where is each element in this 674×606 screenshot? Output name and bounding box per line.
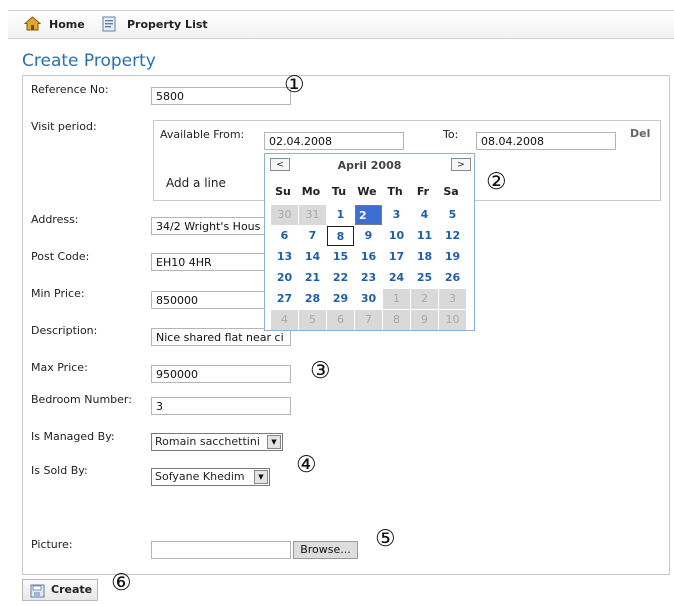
calendar-day-other-month[interactable]: 4 [271, 310, 298, 330]
calendar-weekday-header: Mo [301, 185, 321, 198]
is-managed-by-select[interactable]: Romain sacchettini ▼ [151, 433, 283, 451]
calendar-day[interactable]: 16 [355, 247, 382, 267]
calendar-day[interactable]: 18 [411, 247, 438, 267]
calendar-day[interactable]: 21 [299, 268, 326, 288]
annotation-1: ① [284, 72, 305, 98]
calendar-day[interactable]: 12 [439, 226, 466, 246]
is-sold-by-value: Sofyane Khedim [155, 470, 245, 483]
description-label: Description: [31, 324, 98, 337]
reference-no-input[interactable]: 5800 [151, 87, 291, 105]
calendar-day[interactable]: 28 [299, 289, 326, 309]
property-list-icon[interactable] [101, 15, 118, 32]
calendar-day[interactable]: 24 [383, 268, 410, 288]
calendar-day[interactable]: 11 [411, 226, 438, 246]
to-date-input[interactable]: 08.04.2008 [476, 132, 616, 150]
date-picker-calendar: < April 2008 > Su Mo Tu We Th Fr Sa 30 31 1 2 3 4 5 6… [264, 153, 475, 331]
max-price-label: Max Price: [31, 361, 88, 374]
available-from-label: Available From: [160, 128, 245, 141]
calendar-day[interactable]: 23 [355, 268, 382, 288]
calendar-next-month-button[interactable]: > [451, 158, 471, 171]
calendar-day[interactable]: 30 [355, 289, 382, 309]
available-from-input[interactable]: 02.04.2008 [264, 132, 404, 150]
page-title: Create Property [22, 51, 156, 71]
visit-period-label: Visit period: [31, 120, 97, 133]
calendar-day[interactable]: 2 [355, 205, 382, 225]
calendar-day[interactable]: 19 [439, 247, 466, 267]
calendar-day-other-month[interactable]: 30 [271, 205, 298, 225]
create-button-label: Create [51, 583, 93, 596]
annotation-2: ② [486, 169, 507, 195]
picture-label: Picture: [31, 538, 73, 551]
calendar-day[interactable]: 10 [383, 226, 410, 246]
calendar-day[interactable]: 29 [327, 289, 354, 309]
dropdown-arrow-icon[interactable]: ▼ [267, 435, 281, 449]
calendar-day[interactable]: 8 [327, 226, 354, 246]
dropdown-arrow-icon[interactable]: ▼ [254, 470, 268, 484]
calendar-day[interactable]: 1 [327, 205, 354, 225]
create-button[interactable]: Create [22, 579, 98, 601]
calendar-day[interactable]: 22 [327, 268, 354, 288]
calendar-day-other-month[interactable]: 5 [299, 310, 326, 330]
calendar-day-other-month[interactable]: 1 [383, 289, 410, 309]
calendar-day[interactable]: 5 [439, 205, 466, 225]
nav-property-list-link[interactable]: Property List [127, 18, 208, 31]
nav-home-link[interactable]: Home [49, 18, 85, 31]
delete-line-link[interactable]: Del [630, 127, 650, 140]
to-label: To: [443, 128, 459, 141]
address-label: Address: [31, 213, 79, 226]
calendar-day[interactable]: 15 [327, 247, 354, 267]
is-managed-by-value: Romain sacchettini [155, 435, 260, 448]
add-line-link[interactable]: Add a line [166, 176, 226, 190]
save-disk-icon [30, 583, 46, 606]
reference-no-label: Reference No: [31, 83, 109, 96]
picture-file-input[interactable] [151, 541, 291, 559]
calendar-day[interactable]: 13 [271, 247, 298, 267]
calendar-day-other-month[interactable]: 2 [411, 289, 438, 309]
calendar-weekday-header: Fr [416, 185, 430, 198]
calendar-weekday-header: Sa [443, 185, 459, 198]
calendar-day[interactable]: 14 [299, 247, 326, 267]
annotation-5: ⑤ [375, 526, 396, 552]
is-sold-by-label: Is Sold By: [31, 464, 88, 477]
calendar-day-other-month[interactable]: 7 [355, 310, 382, 330]
bedroom-number-input[interactable]: 3 [151, 397, 291, 415]
calendar-day-other-month[interactable]: 31 [299, 205, 326, 225]
annotation-6: ⑥ [111, 570, 132, 596]
calendar-header: < April 2008 > [265, 154, 474, 176]
calendar-day-other-month[interactable]: 8 [383, 310, 410, 330]
calendar-weekday-header: We [357, 185, 377, 198]
calendar-day[interactable]: 17 [383, 247, 410, 267]
calendar-month-title: April 2008 [337, 159, 402, 172]
calendar-weekday-header: Th [387, 185, 403, 198]
calendar-day[interactable]: 4 [411, 205, 438, 225]
post-code-label: Post Code: [31, 250, 90, 263]
calendar-day-other-month[interactable]: 9 [411, 310, 438, 330]
calendar-day[interactable]: 25 [411, 268, 438, 288]
is-managed-by-label: Is Managed By: [31, 430, 115, 443]
max-price-input[interactable]: 950000 [151, 365, 291, 383]
browse-button[interactable]: Browse... [293, 541, 358, 559]
calendar-day-other-month[interactable]: 3 [439, 289, 466, 309]
is-sold-by-select[interactable]: Sofyane Khedim ▼ [151, 468, 270, 486]
calendar-day[interactable]: 7 [299, 226, 326, 246]
calendar-weekday-header: Tu [331, 185, 347, 198]
calendar-day[interactable]: 26 [439, 268, 466, 288]
calendar-day[interactable]: 20 [271, 268, 298, 288]
calendar-day[interactable]: 27 [271, 289, 298, 309]
calendar-weekday-header: Su [275, 185, 291, 198]
calendar-day[interactable]: 6 [271, 226, 298, 246]
calendar-day[interactable]: 9 [355, 226, 382, 246]
min-price-label: Min Price: [31, 287, 85, 300]
calendar-day-other-month[interactable]: 10 [439, 310, 466, 330]
annotation-3: ③ [310, 358, 331, 384]
calendar-day-other-month[interactable]: 6 [327, 310, 354, 330]
calendar-day[interactable]: 3 [383, 205, 410, 225]
bedroom-number-label: Bedroom Number: [31, 393, 132, 406]
annotation-4: ④ [296, 452, 317, 478]
home-icon[interactable] [23, 15, 42, 32]
